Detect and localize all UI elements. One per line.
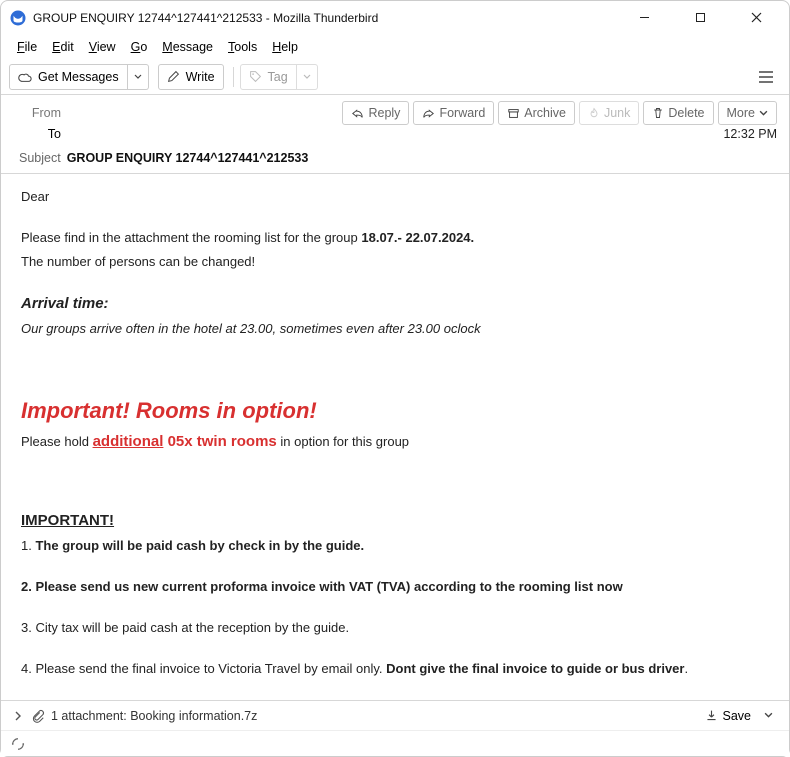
message-time: 12:32 PM [723, 127, 777, 141]
body-arrival-heading: Arrival time: [21, 294, 769, 314]
tag-icon [249, 70, 262, 83]
trash-icon [652, 107, 664, 119]
window-title: GROUP ENQUIRY 12744^127441^212533 - Mozi… [33, 11, 625, 25]
attachment-bar: 1 attachment: Booking information.7z Sav… [1, 700, 789, 730]
junk-label: Junk [604, 106, 630, 120]
menu-edit[interactable]: Edit [46, 38, 80, 56]
body-line-attachment: Please find in the attachment the roomin… [21, 229, 769, 247]
reply-button[interactable]: Reply [342, 101, 409, 125]
tag-button[interactable]: Tag [240, 64, 297, 90]
forward-label: Forward [439, 106, 485, 120]
forward-icon [422, 108, 435, 119]
thunderbird-app-icon [9, 9, 27, 27]
menu-view[interactable]: View [83, 38, 122, 56]
attachment-summary[interactable]: 1 attachment: Booking information.7z [51, 709, 257, 723]
forward-button[interactable]: Forward [413, 101, 494, 125]
save-attachment-button[interactable]: Save [698, 706, 759, 726]
message-action-bar: Reply Forward Archive Junk Delete More [342, 101, 777, 125]
subject-value: GROUP ENQUIRY 12744^127441^212533 [67, 151, 309, 165]
fire-icon [588, 107, 600, 119]
delete-label: Delete [668, 106, 704, 120]
archive-button[interactable]: Archive [498, 101, 575, 125]
junk-button[interactable]: Junk [579, 101, 639, 125]
save-label: Save [723, 709, 752, 723]
more-label: More [727, 106, 755, 120]
get-messages-dropdown[interactable] [128, 64, 149, 90]
status-bar [1, 730, 789, 756]
menu-file[interactable]: File [11, 38, 43, 56]
body-item-3: 3. City tax will be paid cash at the rec… [21, 619, 769, 637]
more-button[interactable]: More [718, 101, 777, 125]
from-label: From [19, 106, 61, 120]
body-line-persons: The number of persons can be changed! [21, 253, 769, 271]
write-label: Write [186, 70, 215, 84]
save-download-icon [705, 709, 718, 722]
body-item-2: 2. Please send us new current proforma i… [21, 578, 769, 596]
body-arrival-text: Our groups arrive often in the hotel at … [21, 320, 769, 338]
subject-label: Subject [19, 151, 61, 165]
maximize-button[interactable] [681, 4, 719, 32]
sync-status-icon[interactable] [11, 737, 25, 751]
menu-message[interactable]: Message [156, 38, 219, 56]
archive-label: Archive [524, 106, 566, 120]
pencil-icon [167, 70, 180, 83]
reply-icon [351, 108, 364, 119]
delete-button[interactable]: Delete [643, 101, 713, 125]
close-button[interactable] [737, 4, 775, 32]
paperclip-icon [31, 709, 45, 723]
body-item-4: 4. Please send the final invoice to Vict… [21, 660, 769, 676]
menu-go[interactable]: Go [125, 38, 154, 56]
toolbar-separator [233, 67, 234, 87]
get-messages-label: Get Messages [38, 70, 119, 84]
menu-bar: File Edit View Go Message Tools Help [1, 35, 789, 59]
main-toolbar: Get Messages Write Tag [1, 59, 789, 95]
message-header: From Reply Forward Archive Junk Delete M… [1, 95, 789, 174]
body-item-1: 1. The group will be paid cash by check … [21, 537, 769, 555]
save-dropdown[interactable] [760, 709, 777, 722]
reply-label: Reply [368, 106, 400, 120]
tag-dropdown[interactable] [297, 64, 318, 90]
download-cloud-icon [18, 70, 32, 84]
expand-attachments-button[interactable] [13, 711, 23, 721]
body-greeting: Dear [21, 188, 769, 206]
body-hold-line: Please hold additional 05x twin rooms in… [21, 432, 769, 452]
archive-icon [507, 108, 520, 119]
menu-help[interactable]: Help [266, 38, 304, 56]
tag-label: Tag [268, 70, 288, 84]
body-important-heading: IMPORTANT! [21, 511, 769, 531]
to-label: To [19, 127, 61, 141]
body-important-red-heading: Important! Rooms in option! [21, 396, 769, 426]
menu-tools[interactable]: Tools [222, 38, 263, 56]
get-messages-button[interactable]: Get Messages [9, 64, 128, 90]
write-button[interactable]: Write [158, 64, 224, 90]
minimize-button[interactable] [625, 4, 663, 32]
message-body: Dear Please find in the attachment the r… [1, 174, 789, 676]
app-menu-button[interactable] [751, 64, 781, 90]
